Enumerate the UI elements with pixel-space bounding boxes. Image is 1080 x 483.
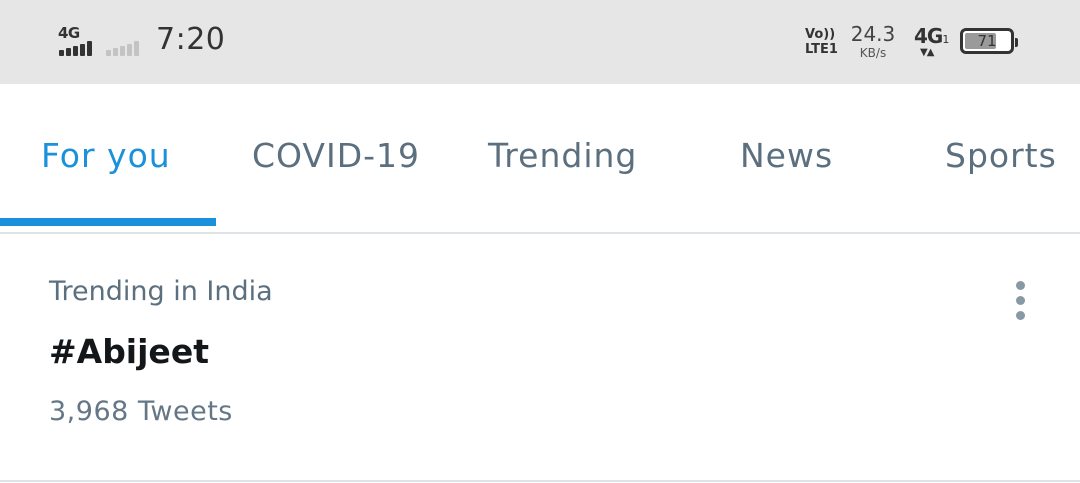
- trend-divider: [0, 480, 1080, 482]
- network-speed: 24.3 KB/s: [846, 22, 900, 60]
- volte-label: Vo)): [805, 27, 836, 42]
- data-network-icon: 4G1 ▼▲: [914, 24, 950, 58]
- trend-context: Trending in India: [49, 276, 273, 307]
- status-time: 7:20: [156, 22, 226, 57]
- tab-sports[interactable]: Sports: [945, 136, 1057, 175]
- battery-icon: 71: [960, 28, 1018, 54]
- status-bar: 4G 7:20 Vo)) LTE1 24.3 KB/s 4G1 ▼▲ 71: [0, 0, 1080, 84]
- trend-tweet-count: 3,968 Tweets: [49, 396, 233, 427]
- trend-item[interactable]: Trending in India #Abijeet 3,968 Tweets: [0, 234, 1080, 480]
- active-tab-indicator: [0, 218, 216, 226]
- battery-terminal: [1015, 38, 1018, 47]
- tab-trending[interactable]: Trending: [488, 136, 637, 175]
- sim2-signal-icon: [106, 41, 139, 56]
- volte-icon: Vo)) LTE1: [805, 27, 845, 57]
- network-speed-value: 24.3: [850, 22, 896, 46]
- sim1-network-label: 4G: [58, 24, 80, 42]
- data-activity-icon: ▼▲: [920, 47, 934, 58]
- data-network-sim: 1: [942, 33, 950, 46]
- lte-label: LTE1: [805, 42, 838, 57]
- tab-for-you[interactable]: For you: [41, 136, 171, 175]
- more-options-icon[interactable]: [1004, 274, 1036, 326]
- tab-news[interactable]: News: [740, 136, 833, 175]
- data-network-label: 4G: [914, 24, 943, 48]
- trend-name[interactable]: #Abijeet: [49, 332, 209, 371]
- network-speed-unit: KB/s: [859, 46, 887, 60]
- tab-covid-19[interactable]: COVID-19: [252, 136, 420, 175]
- battery-percent: 71: [977, 32, 997, 50]
- explore-tabs: For you COVID-19 Trending News Sports: [0, 84, 1080, 228]
- sim1-signal-icon: [59, 41, 92, 56]
